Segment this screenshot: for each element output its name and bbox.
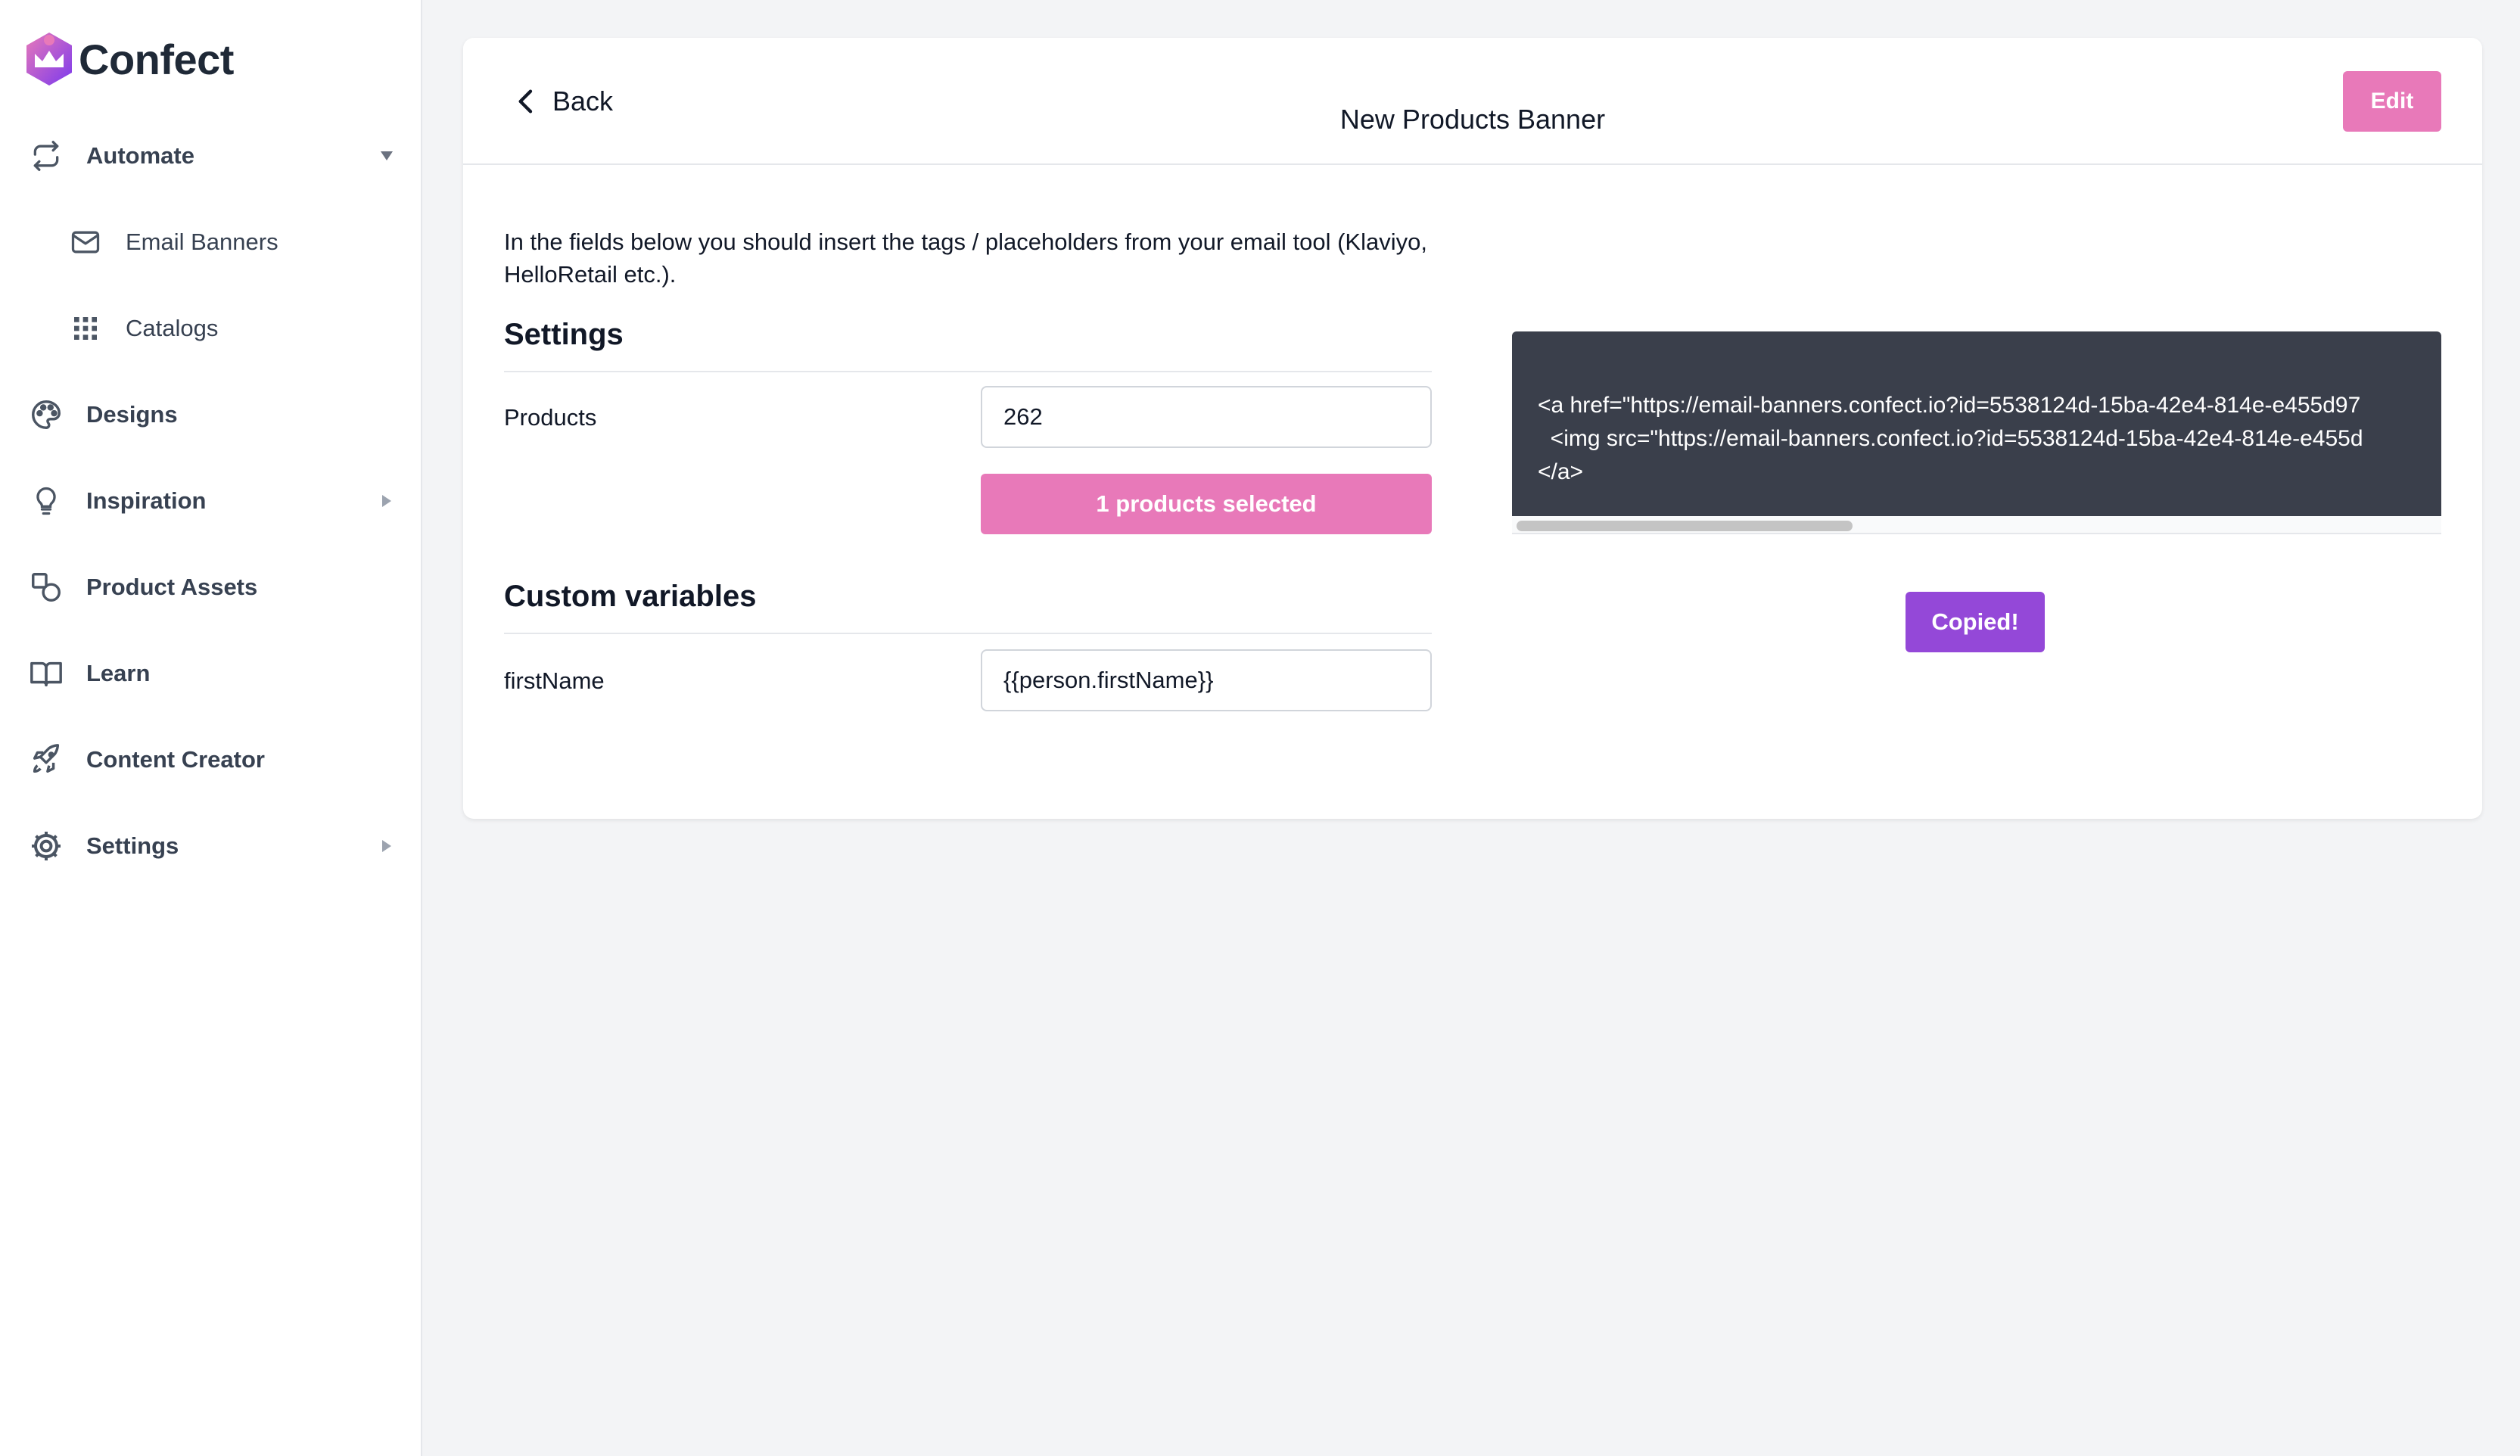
rocket-icon xyxy=(27,741,65,779)
palette-icon xyxy=(27,396,65,434)
scrollbar-thumb[interactable] xyxy=(1517,521,1853,531)
lightbulb-icon xyxy=(27,482,65,520)
repeat-icon xyxy=(27,137,65,175)
sidebar-item-label: Automate xyxy=(86,142,194,169)
embed-code[interactable]: <a href="https://email-banners.confect.i… xyxy=(1512,331,2441,516)
sidebar-item-product-assets[interactable]: Product Assets xyxy=(0,557,422,618)
sidebar-item-inspiration[interactable]: Inspiration xyxy=(0,471,422,531)
page-title: New Products Banner xyxy=(1339,104,1606,135)
sidebar-item-label: Settings xyxy=(86,832,179,859)
envelope-icon xyxy=(67,223,104,261)
sidebar-item-label: Catalogs xyxy=(126,315,219,341)
sidebar-item-label: Product Assets xyxy=(86,574,258,600)
card-header: Back New Products Banner Edit xyxy=(463,38,2482,165)
sidebar: Confect Automate Email Banners Catalogs … xyxy=(0,0,422,1456)
gear-icon xyxy=(27,827,65,865)
embed-code-box[interactable]: <a href="https://email-banners.confect.i… xyxy=(1512,331,2441,534)
intro-text: In the fields below you should insert th… xyxy=(504,229,1427,288)
sidebar-item-label: Learn xyxy=(86,660,151,686)
horizontal-scrollbar[interactable] xyxy=(1512,516,2441,534)
sidebar-item-learn[interactable]: Learn xyxy=(0,643,422,704)
products-selected-button[interactable]: 1 products selected xyxy=(981,474,1432,534)
sidebar-item-designs[interactable]: Designs xyxy=(0,384,422,445)
code-line: <img src="https://email-banners.confect.… xyxy=(1538,426,2363,451)
sidebar-item-automate[interactable]: Automate xyxy=(0,126,422,186)
code-line: <a href="https://email-banners.confect.i… xyxy=(1538,393,2361,418)
book-icon xyxy=(27,655,65,692)
caret-right-icon xyxy=(378,838,395,854)
divider xyxy=(504,633,1432,634)
sidebar-item-label: Designs xyxy=(86,401,178,428)
sidebar-item-label: Content Creator xyxy=(86,746,265,773)
banner-card: Back New Products Banner Edit In the fie… xyxy=(463,38,2482,819)
brand[interactable]: Confect xyxy=(24,29,234,89)
caret-down-icon xyxy=(378,148,395,164)
grid-icon xyxy=(67,310,104,347)
shapes-icon xyxy=(27,568,65,606)
custom-variables-heading: Custom variables xyxy=(504,580,757,613)
sidebar-item-content-creator[interactable]: Content Creator xyxy=(0,730,422,790)
copy-button[interactable]: Copied! xyxy=(1906,592,2045,652)
divider xyxy=(504,371,1432,372)
code-line: </a> xyxy=(1538,459,1584,484)
sidebar-item-label: Email Banners xyxy=(126,229,278,255)
products-label: Products xyxy=(504,404,597,431)
settings-heading: Settings xyxy=(504,318,624,351)
sidebar-item-label: Inspiration xyxy=(86,487,207,514)
edit-button[interactable]: Edit xyxy=(2343,71,2441,132)
firstname-label: firstName xyxy=(504,667,605,694)
brand-name: Confect xyxy=(79,35,234,83)
sidebar-item-catalogs[interactable]: Catalogs xyxy=(0,298,422,359)
sidebar-item-email-banners[interactable]: Email Banners xyxy=(0,212,422,272)
caret-right-icon xyxy=(378,493,395,509)
confect-logo-icon xyxy=(26,33,72,86)
sidebar-item-settings[interactable]: Settings xyxy=(0,816,422,876)
firstname-input[interactable] xyxy=(981,649,1432,711)
products-input[interactable] xyxy=(981,386,1432,448)
